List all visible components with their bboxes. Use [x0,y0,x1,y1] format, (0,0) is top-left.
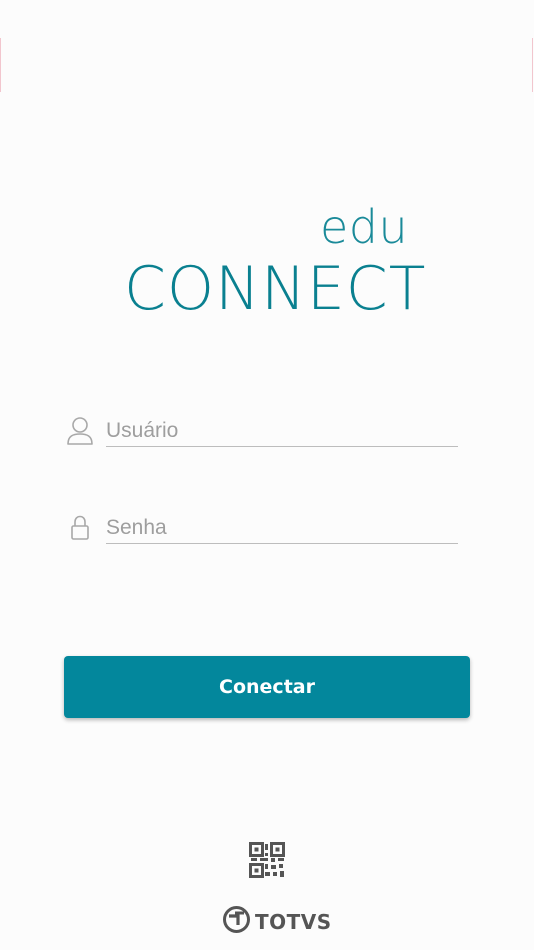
username-input[interactable] [106,416,458,447]
connect-button[interactable]: Conectar [64,656,470,718]
lock-icon [70,514,90,542]
user-icon [66,416,94,446]
right-edge-mark [532,38,533,92]
logo-connect-text: CONNECT [124,254,427,324]
logo-edu-text: edu [320,200,409,254]
password-input[interactable] [106,513,458,544]
totvs-brand: TOTVS [223,906,332,938]
qr-code-icon[interactable] [249,842,285,878]
totvs-logo-icon [223,906,250,938]
left-edge-mark [0,38,1,92]
brand-name: TOTVS [255,910,332,934]
